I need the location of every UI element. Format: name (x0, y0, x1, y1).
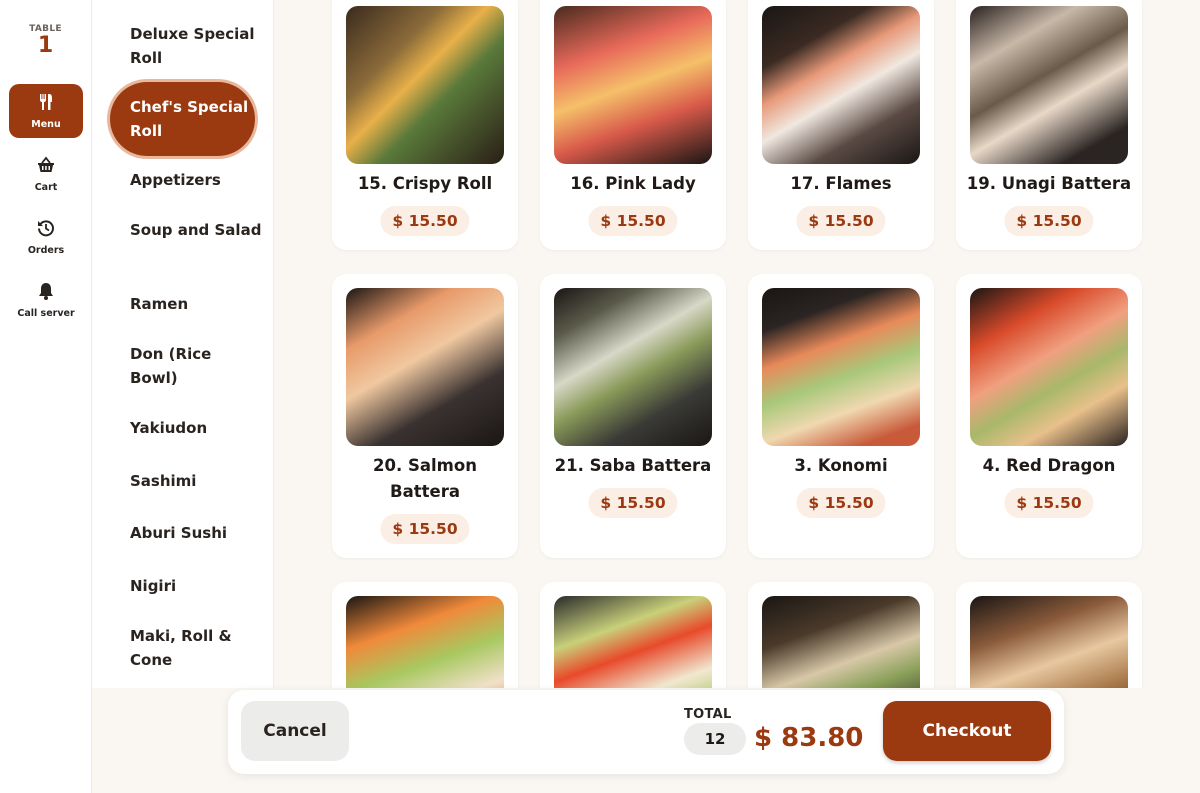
menu-item-card[interactable] (748, 582, 934, 690)
food-photo (970, 6, 1128, 164)
menu-item-card[interactable] (540, 582, 726, 690)
category-don-rice-bowl[interactable]: Don (Rice Bowl) (130, 342, 262, 390)
food-photo (346, 288, 504, 446)
category-sashimi[interactable]: Sashimi (130, 469, 262, 493)
food-photo (346, 596, 504, 690)
item-price: $ 15.50 (380, 514, 470, 544)
history-icon (36, 218, 56, 242)
food-photo (970, 596, 1128, 690)
item-price: $ 15.50 (796, 206, 886, 236)
nav-menu[interactable]: Menu (9, 84, 83, 138)
food-photo (762, 288, 920, 446)
food-photo (554, 288, 712, 446)
category-deluxe-special-roll[interactable]: Deluxe Special Roll (130, 22, 262, 70)
checkout-bar: Cancel TOTAL 12 $ 83.80 Checkout (228, 690, 1064, 774)
item-name: 21. Saba Battera (554, 456, 712, 475)
item-price: $ 15.50 (588, 488, 678, 518)
menu-item-card[interactable]: 16. Pink Lady $ 15.50 (540, 0, 726, 250)
item-name: 15. Crispy Roll (357, 174, 493, 193)
bell-icon (36, 281, 56, 305)
total-label: TOTAL (684, 707, 732, 722)
item-price: $ 15.50 (1004, 488, 1094, 518)
menu-item-card[interactable]: 19. Unagi Battera $ 15.50 (956, 0, 1142, 250)
category-ramen[interactable]: Ramen (130, 292, 262, 316)
food-photo (762, 6, 920, 164)
table-indicator: TABLE 1 (0, 0, 91, 58)
category-chefs-special-roll[interactable]: Chef's Special Roll (110, 82, 255, 156)
menu-item-card[interactable] (332, 582, 518, 690)
category-yakiudon[interactable]: Yakiudon (130, 416, 262, 440)
nav-call-server[interactable]: Call server (9, 273, 83, 327)
category-list: Deluxe Special Roll Chef's Special Roll … (92, 0, 274, 690)
category-appetizers[interactable]: Appetizers (130, 168, 262, 192)
checkout-button[interactable]: Checkout (883, 701, 1051, 761)
fork-knife-icon (36, 92, 56, 116)
basket-icon (36, 155, 56, 179)
menu-item-card[interactable]: 15. Crispy Roll $ 15.50 (332, 0, 518, 250)
item-price: $ 15.50 (796, 488, 886, 518)
nav-call-server-label: Call server (17, 308, 75, 319)
cancel-button[interactable]: Cancel (241, 701, 349, 761)
food-photo (762, 596, 920, 690)
total-amount: $ 83.80 (754, 723, 864, 753)
table-number: 1 (37, 33, 54, 58)
category-soup-and-salad[interactable]: Soup and Salad (130, 218, 262, 242)
nav-orders-label: Orders (27, 245, 65, 256)
nav-rail: TABLE 1 Menu Cart Orders Call server (0, 0, 92, 793)
item-price: $ 15.50 (380, 206, 470, 236)
menu-item-card[interactable] (956, 582, 1142, 690)
nav-cart-label: Cart (34, 182, 58, 193)
menu-item-card[interactable]: 17. Flames $ 15.50 (748, 0, 934, 250)
nav-orders[interactable]: Orders (9, 210, 83, 264)
category-maki-roll-cone[interactable]: Maki, Roll & Cone (130, 624, 262, 672)
item-name: 20. Salmon Battera (373, 456, 477, 501)
food-photo (970, 288, 1128, 446)
food-photo (554, 596, 712, 690)
item-count-badge: 12 (684, 723, 746, 755)
menu-item-card[interactable]: 3. Konomi $ 15.50 (748, 274, 934, 558)
item-name: 16. Pink Lady (570, 174, 696, 193)
menu-item-card[interactable]: 20. Salmon Battera $ 15.50 (332, 274, 518, 558)
item-name: 19. Unagi Battera (966, 174, 1132, 193)
category-aburi-sushi[interactable]: Aburi Sushi (130, 521, 262, 545)
menu-item-card[interactable]: 21. Saba Battera $ 15.50 (540, 274, 726, 558)
menu-grid: 15. Crispy Roll $ 15.50 16. Pink Lady $ … (274, 0, 1200, 690)
food-photo (346, 6, 504, 164)
item-name: 17. Flames (790, 174, 892, 193)
item-price: $ 15.50 (1004, 206, 1094, 236)
category-nigiri[interactable]: Nigiri (130, 574, 262, 598)
nav-menu-label: Menu (31, 119, 61, 130)
food-photo (554, 6, 712, 164)
item-name: 3. Konomi (794, 456, 888, 475)
item-name: 4. Red Dragon (982, 456, 1116, 475)
item-price: $ 15.50 (588, 206, 678, 236)
menu-item-card[interactable]: 4. Red Dragon $ 15.50 (956, 274, 1142, 558)
nav-cart[interactable]: Cart (9, 147, 83, 201)
